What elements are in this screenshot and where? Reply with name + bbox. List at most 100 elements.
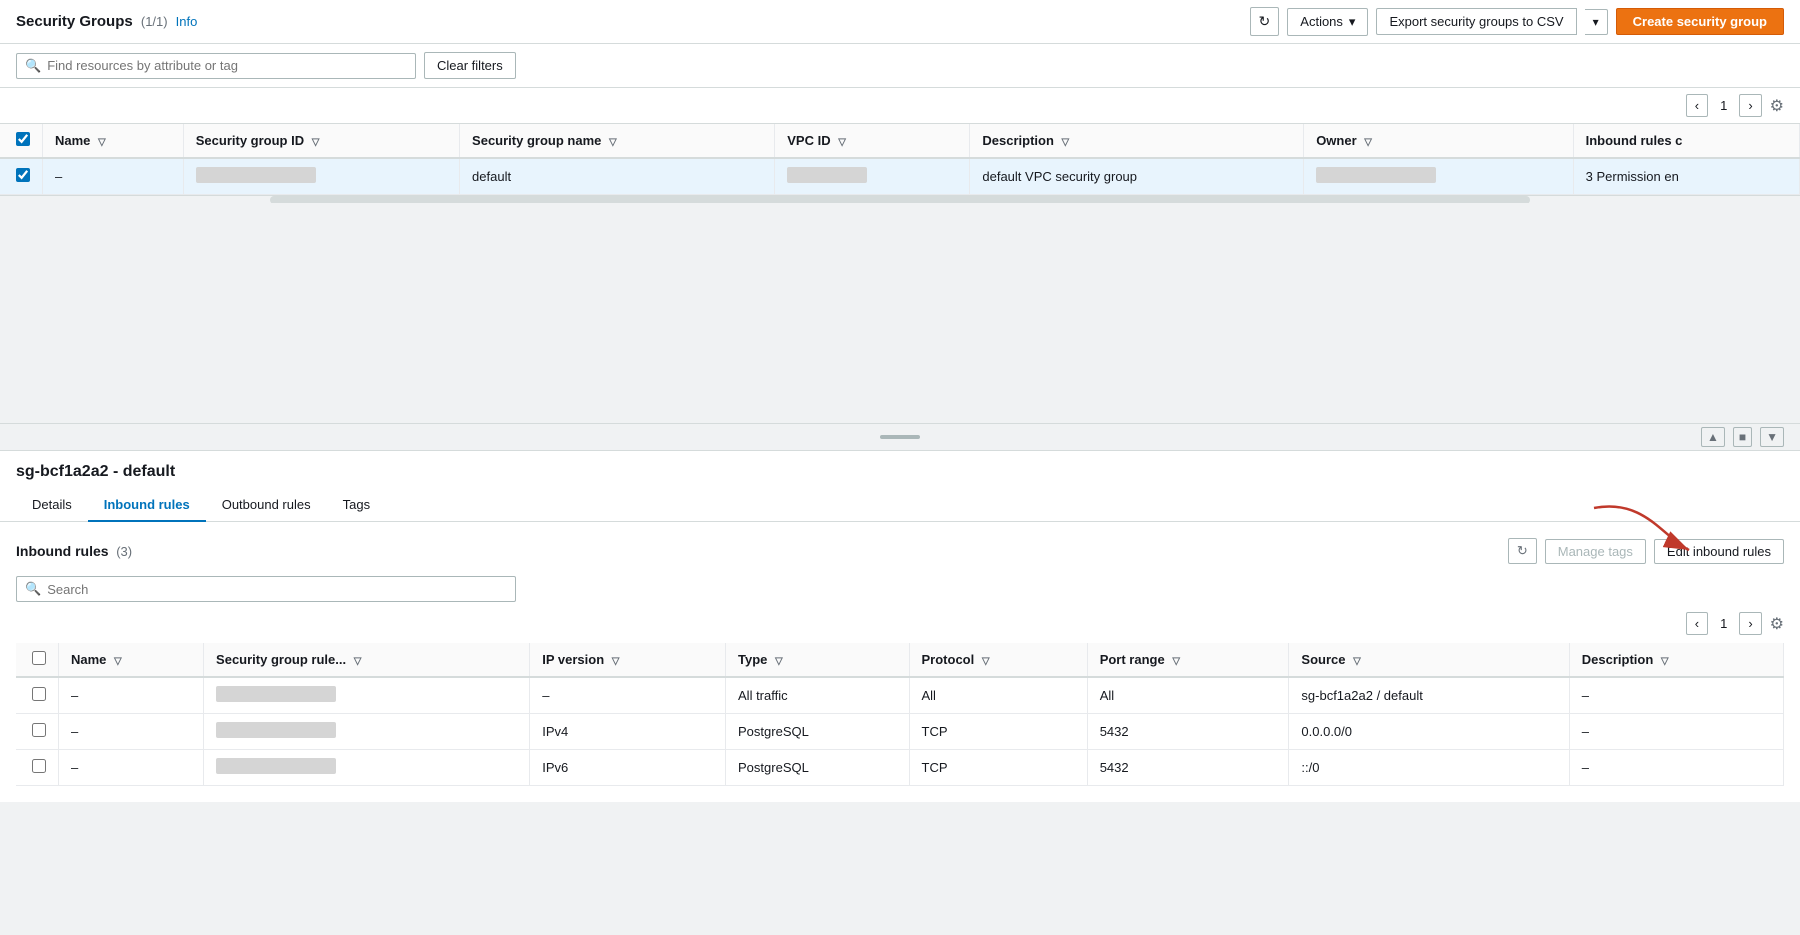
info-link[interactable]: Info <box>176 14 198 29</box>
export-button[interactable]: Export security groups to CSV <box>1376 8 1576 35</box>
actions-button[interactable]: Actions ▾ <box>1287 8 1368 36</box>
inbound-select-all-header[interactable] <box>16 643 59 677</box>
inbound-col-sg-rule-id[interactable]: Security group rule... ▽ <box>204 643 530 677</box>
inbound-cell-protocol: TCP <box>909 750 1087 786</box>
export-caret-button[interactable]: ▾ <box>1585 9 1608 35</box>
inbound-row-checkbox[interactable] <box>32 759 46 773</box>
inbound-col-port-range[interactable]: Port range ▽ <box>1087 643 1289 677</box>
inbound-table-row[interactable]: – IPv6 PostgreSQL TCP 5432 ::/0 – <box>16 750 1784 786</box>
row-checkbox[interactable] <box>16 168 30 182</box>
inbound-col-source[interactable]: Source ▽ <box>1289 643 1569 677</box>
inbound-refresh-button[interactable]: ↻ <box>1508 538 1537 564</box>
manage-tags-button[interactable]: Manage tags <box>1545 539 1646 564</box>
splitter-icons: ▲ ■ ▼ <box>1701 427 1784 447</box>
select-all-header[interactable] <box>0 124 43 158</box>
panel-split-button[interactable]: ■ <box>1733 427 1752 447</box>
inbound-cell-name: – <box>59 677 204 714</box>
tab-tags[interactable]: Tags <box>327 489 386 522</box>
select-all-checkbox[interactable] <box>16 132 30 146</box>
inbound-col-ip-version[interactable]: IP version ▽ <box>530 643 726 677</box>
inbound-row-checkbox-cell <box>16 714 59 750</box>
inbound-section: Inbound rules (3) ↻ Manage tags <box>0 522 1800 802</box>
name-sort-icon: ▽ <box>98 137 106 148</box>
detail-panel: sg-bcf1a2a2 - default Details Inbound ru… <box>0 451 1800 802</box>
inbound-select-all[interactable] <box>32 651 46 665</box>
create-security-group-button[interactable]: Create security group <box>1616 8 1784 35</box>
inbound-cell-sg-rule-id <box>204 750 530 786</box>
inbound-table-row[interactable]: – – All traffic All All sg-bcf1a2a2 / de… <box>16 677 1784 714</box>
search-box: 🔍 <box>16 53 416 79</box>
col-description[interactable]: Description ▽ <box>970 124 1304 158</box>
tab-outbound-rules[interactable]: Outbound rules <box>206 489 327 522</box>
empty-space <box>0 203 1800 423</box>
inbound-next-page[interactable]: › <box>1739 612 1761 635</box>
inbound-prev-page[interactable]: ‹ <box>1686 612 1708 635</box>
col-sg-name[interactable]: Security group name ▽ <box>460 124 775 158</box>
vpcid-sort-icon: ▽ <box>838 137 846 148</box>
pagination-controls: ‹ 1 › <box>1686 94 1762 117</box>
tabs: Details Inbound rules Outbound rules Tag… <box>0 489 1800 522</box>
tab-inbound-rules[interactable]: Inbound rules <box>88 489 206 522</box>
col-owner[interactable]: Owner ▽ <box>1304 124 1573 158</box>
inbound-page-number: 1 <box>1712 616 1735 631</box>
col-sg-id[interactable]: Security group ID ▽ <box>183 124 459 158</box>
cell-name: – <box>43 158 184 195</box>
inbound-cell-sg-rule-id <box>204 714 530 750</box>
inbound-cell-ip-version: IPv6 <box>530 750 726 786</box>
col-name[interactable]: Name ▽ <box>43 124 184 158</box>
desc-sort-icon: ▽ <box>1062 137 1070 148</box>
inbound-row-checkbox[interactable] <box>32 687 46 701</box>
inbound-header: Inbound rules (3) ↻ Manage tags <box>16 538 1784 564</box>
toolbar-left: Security Groups (1/1) Info <box>16 13 197 30</box>
inbound-search-input[interactable] <box>47 582 507 597</box>
sub-pagination: ‹ 1 › ⚙ <box>16 612 1784 635</box>
inbound-cell-type: PostgreSQL <box>726 714 909 750</box>
refresh-button[interactable]: ↻ <box>1250 7 1280 36</box>
splitter-handle <box>880 435 920 439</box>
inbound-cell-description: – <box>1569 714 1783 750</box>
cell-owner <box>1304 158 1573 195</box>
search-area: 🔍 Clear filters <box>0 44 1800 88</box>
table-row[interactable]: – default default VPC security group 3 P… <box>0 158 1800 195</box>
clear-filters-button[interactable]: Clear filters <box>424 52 516 79</box>
prev-page-button[interactable]: ‹ <box>1686 94 1708 117</box>
inbound-cell-name: – <box>59 714 204 750</box>
table-settings-button[interactable]: ⚙ <box>1770 96 1784 116</box>
inbound-table-row[interactable]: – IPv4 PostgreSQL TCP 5432 0.0.0.0/0 – <box>16 714 1784 750</box>
h-scrollbar[interactable] <box>0 195 1800 203</box>
inbound-col-type[interactable]: Type ▽ <box>726 643 909 677</box>
next-page-button[interactable]: › <box>1739 94 1761 117</box>
sgname-sort-icon: ▽ <box>609 137 617 148</box>
inbound-col-description[interactable]: Description ▽ <box>1569 643 1783 677</box>
inbound-cell-description: – <box>1569 677 1783 714</box>
main-table-wrapper: Name ▽ Security group ID ▽ Security grou… <box>0 124 1800 195</box>
inbound-rules-table: Name ▽ Security group rule... ▽ IP versi… <box>16 643 1784 786</box>
splitter[interactable]: ▲ ■ ▼ <box>0 423 1800 451</box>
tab-details[interactable]: Details <box>16 489 88 522</box>
inbound-search-area: 🔍 <box>16 576 1784 602</box>
col-vpc-id[interactable]: VPC ID ▽ <box>775 124 970 158</box>
inbound-title-area: Inbound rules (3) <box>16 543 132 559</box>
inbound-cell-port-range: All <box>1087 677 1289 714</box>
search-input[interactable] <box>47 58 407 73</box>
inbound-search-box: 🔍 <box>16 576 516 602</box>
inbound-source-sort: ▽ <box>1353 656 1361 667</box>
inbound-ipver-sort: ▽ <box>612 656 620 667</box>
inbound-proto-sort: ▽ <box>982 656 990 667</box>
inbound-name-sort: ▽ <box>114 656 122 667</box>
edit-inbound-rules-button[interactable]: Edit inbound rules <box>1654 539 1784 564</box>
owner-sort-icon: ▽ <box>1364 137 1372 148</box>
inbound-col-protocol[interactable]: Protocol ▽ <box>909 643 1087 677</box>
inbound-table-wrapper: Name ▽ Security group rule... ▽ IP versi… <box>16 643 1784 786</box>
inbound-pagination-controls: ‹ 1 › <box>1686 612 1762 635</box>
inbound-cell-name: – <box>59 750 204 786</box>
inbound-cell-source: sg-bcf1a2a2 / default <box>1289 677 1569 714</box>
inbound-cell-sg-rule-id <box>204 677 530 714</box>
inbound-search-icon: 🔍 <box>25 581 41 597</box>
panel-expand-bottom-button[interactable]: ▼ <box>1760 427 1784 447</box>
inbound-row-checkbox[interactable] <box>32 723 46 737</box>
inbound-table-settings[interactable]: ⚙ <box>1770 614 1784 634</box>
inbound-cell-ip-version: IPv4 <box>530 714 726 750</box>
inbound-col-name[interactable]: Name ▽ <box>59 643 204 677</box>
panel-expand-top-button[interactable]: ▲ <box>1701 427 1725 447</box>
